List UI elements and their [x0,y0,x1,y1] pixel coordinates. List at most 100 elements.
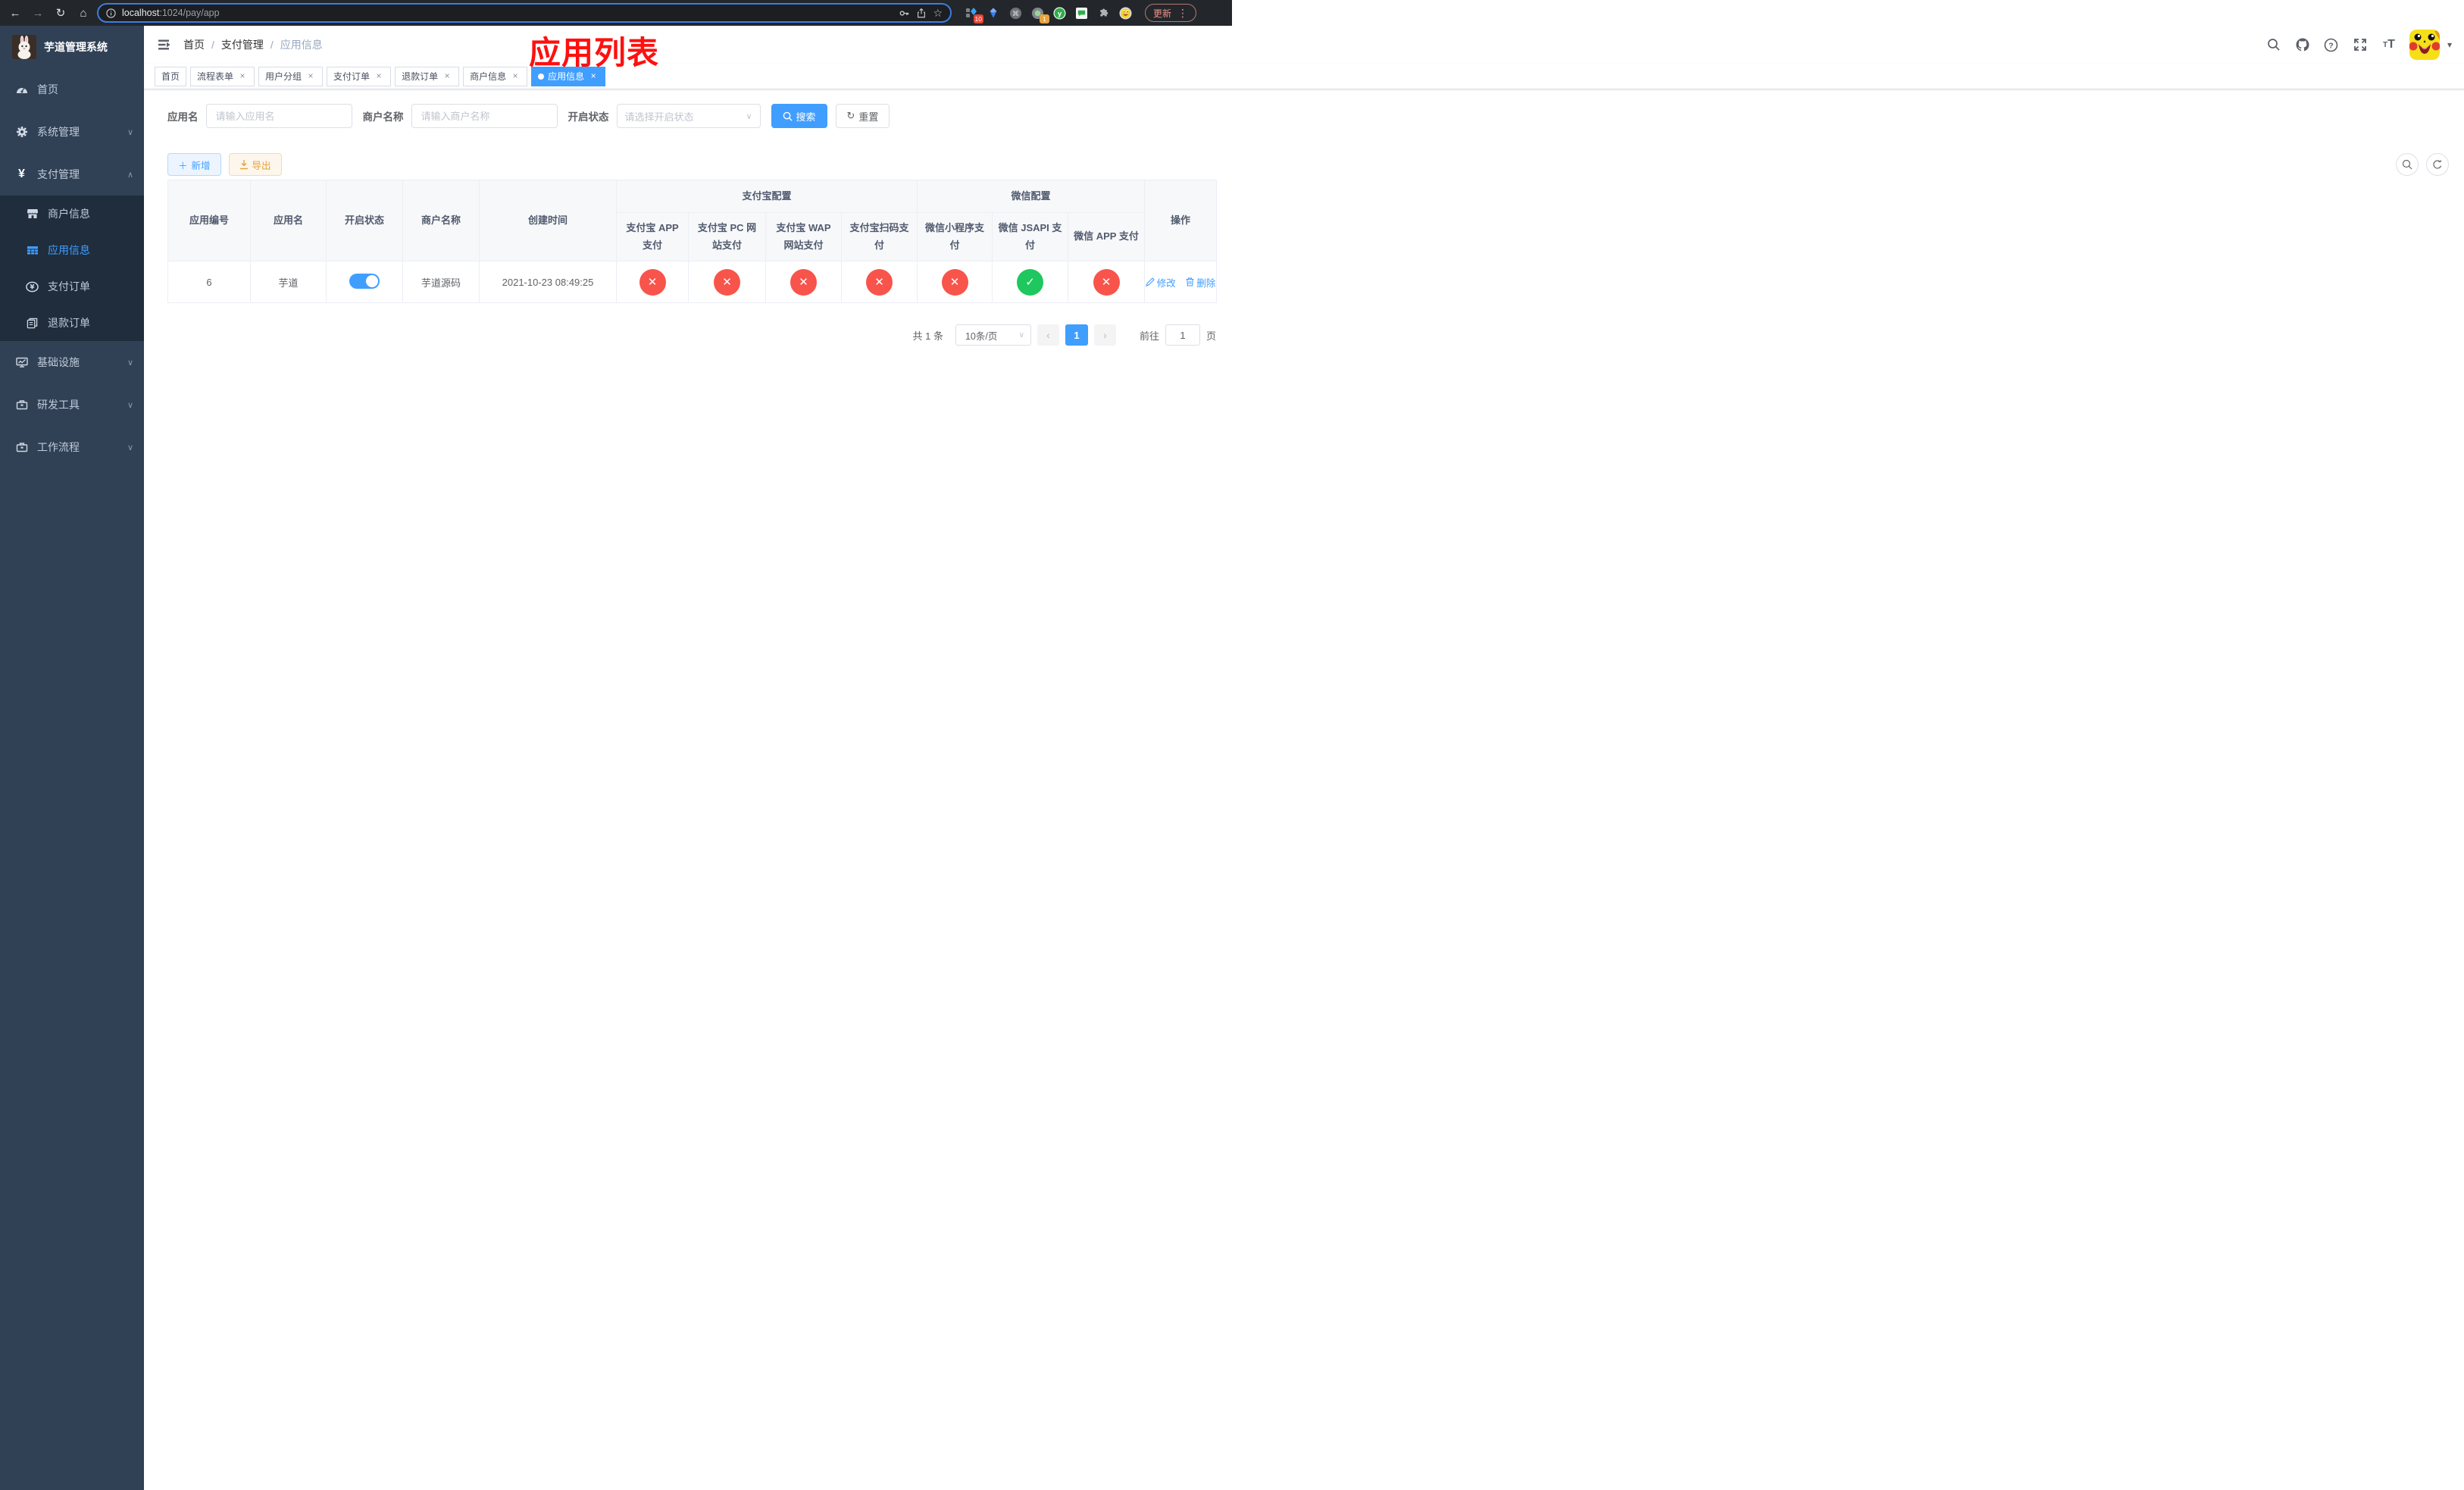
merchant-name-input[interactable] [411,104,558,128]
search-button[interactable]: 搜索 [771,104,827,128]
prev-page-button[interactable]: ‹ [1037,324,1059,346]
browser-back-button[interactable]: ← [6,4,24,22]
shop-icon [26,208,39,221]
font-size-icon[interactable]: TT [2381,36,2397,53]
cell-merchant: 芋道源码 [402,261,480,303]
tag-home[interactable]: 首页 [155,66,187,86]
fullscreen-icon[interactable] [2352,36,2369,53]
app-name-input[interactable] [205,104,352,128]
export-button[interactable]: 导出 [228,153,282,176]
next-page-button[interactable]: › [1093,324,1116,346]
password-key-icon[interactable] [899,8,910,19]
page-size-select[interactable]: 10条/页 ∨ [955,324,1031,346]
address-bar[interactable]: localhost:1024/pay/app ☆ [97,3,952,23]
tag-pay-order[interactable]: 支付订单 × [327,66,392,86]
status-toggle[interactable] [349,273,380,289]
cell-actions: 修改 删除 [1144,261,1218,303]
extension-gem-icon[interactable] [986,5,1001,20]
monitor-icon [15,356,28,369]
close-icon[interactable]: × [374,70,384,82]
sidebar: 芋道管理系统 首页 系统管理 ∨ ¥ 支付管理 ∧ 商户信息 应用信息 ¥ 支付… [0,26,144,1490]
info-icon[interactable] [106,8,116,18]
app-title: 芋道管理系统 [44,41,108,53]
cell-app-name: 芋道 [250,261,327,303]
wx-app-status: ✕ [1093,268,1120,296]
sidebar-item-label: 支付订单 [48,280,90,293]
add-button[interactable]: ＋ 新增 [167,153,221,176]
browser-update-button[interactable]: 更新 ⋮ [1145,4,1197,22]
browser-menu-icon[interactable]: ⋮ [1177,7,1188,20]
sidebar-item-pay-orders[interactable]: ¥ 支付订单 [0,268,144,305]
browser-forward-button[interactable]: → [29,4,47,22]
sidebar-item-merchant-info[interactable]: 商户信息 [0,196,144,232]
breadcrumb-home[interactable]: 首页 [183,37,205,52]
share-icon[interactable] [916,8,927,19]
close-icon[interactable]: × [305,70,316,82]
edit-link[interactable]: 修改 [1145,275,1176,290]
goto-label: 前往 [1139,330,1159,342]
red-annotation-title: 应用列表 [529,35,660,70]
extension-chat-icon[interactable] [1074,5,1089,20]
avatar-caret-icon[interactable]: ▾ [2447,39,2452,50]
document-icon [26,317,39,330]
profile-emoji-icon[interactable] [1118,5,1133,20]
col-merchant: 商户名称 [402,180,480,261]
sidebar-item-label: 商户信息 [48,208,90,220]
sidebar-item-system[interactable]: 系统管理 ∨ [0,111,144,153]
table-toolbar: ＋ 新增 导出 [167,153,2449,176]
download-icon [239,159,248,169]
alipay-pc-status: ✕ [714,268,740,296]
extension-recorder-icon[interactable]: 1 [1030,5,1049,23]
toolbox-icon [15,399,28,412]
sidebar-item-dev-tools[interactable]: 研发工具 ∨ [0,383,144,426]
sidebar-item-infrastructure[interactable]: 基础设施 ∨ [0,341,144,383]
sidebar-item-app-info[interactable]: 应用信息 [0,232,144,268]
page-1-button[interactable]: 1 [1065,324,1088,346]
table-row: 6 芋道 芋道源码 2021-10-23 08:49:25 ✕ ✕ ✕ ✕ ✕ … [167,261,1218,303]
logo-rabbit-image [12,35,36,59]
browser-home-button[interactable]: ⌂ [74,4,92,22]
goto-page-input[interactable] [1165,324,1200,346]
tag-refund-order[interactable]: 退款订单 × [395,66,460,86]
breadcrumb: 首页 / 支付管理 / 应用信息 [183,37,323,52]
close-icon[interactable]: × [237,70,248,82]
bookmark-star-icon[interactable]: ☆ [933,7,943,20]
app-name-label: 应用名 [167,111,199,123]
delete-link[interactable]: 删除 [1186,275,1215,290]
table-search-toggle-button[interactable] [2396,153,2419,176]
sidebar-logo[interactable]: 芋道管理系统 [0,26,144,68]
tag-user-group[interactable]: 用户分组 × [258,66,324,86]
header-search-icon[interactable] [2265,36,2282,53]
wx-mini-status: ✕ [941,268,968,296]
reset-button[interactable]: ↻ 重置 [835,104,890,128]
status-select[interactable]: 请选择开启状态 ∨ [616,104,761,128]
table-refresh-button[interactable] [2426,153,2449,176]
goto-suffix: 页 [1205,330,1216,342]
sidebar-item-home[interactable]: 首页 [0,68,144,111]
close-icon[interactable]: × [442,70,452,82]
app-table: 应用编号 应用名 开启状态 商户名称 创建时间 支付宝配置 微信配置 操作 支付… [167,180,1218,303]
extension-blocks-icon[interactable]: 10 [964,5,983,23]
github-icon[interactable] [2294,36,2311,53]
tag-merchant-info[interactable]: 商户信息 × [463,66,528,86]
browser-reload-button[interactable]: ↻ [52,4,70,22]
extension-y-icon[interactable]: y [1052,5,1067,20]
col-wx-app: 微信 APP 支付 [1068,212,1146,261]
close-icon[interactable]: × [510,70,521,82]
tag-process-form[interactable]: 流程表单 × [190,66,255,86]
help-icon[interactable]: ? [2323,36,2340,53]
chevron-down-icon: ∨ [1018,330,1024,340]
sidebar-item-refund-orders[interactable]: 退款订单 [0,305,144,341]
sidebar-item-payment[interactable]: ¥ 支付管理 ∧ [0,153,144,196]
tags-view-bar: 首页 流程表单 × 用户分组 × 支付订单 × 退款订单 × 商户信息 × 应用信息 × [144,64,2464,89]
extension-command-icon[interactable]: ⌘ [1008,5,1023,20]
col-create-time: 创建时间 [479,180,617,261]
extensions-puzzle-icon[interactable] [1096,5,1111,20]
breadcrumb-payment[interactable]: 支付管理 [221,37,264,52]
sidebar-item-workflow[interactable]: 工作流程 ∨ [0,426,144,468]
sidebar-fold-icon[interactable] [156,36,173,53]
user-avatar[interactable] [2409,30,2440,60]
pencil-icon [1145,277,1155,286]
url-text[interactable]: localhost:1024/pay/app [122,8,893,18]
extensions-area: 10 ⌘ 1 y [964,5,1133,23]
